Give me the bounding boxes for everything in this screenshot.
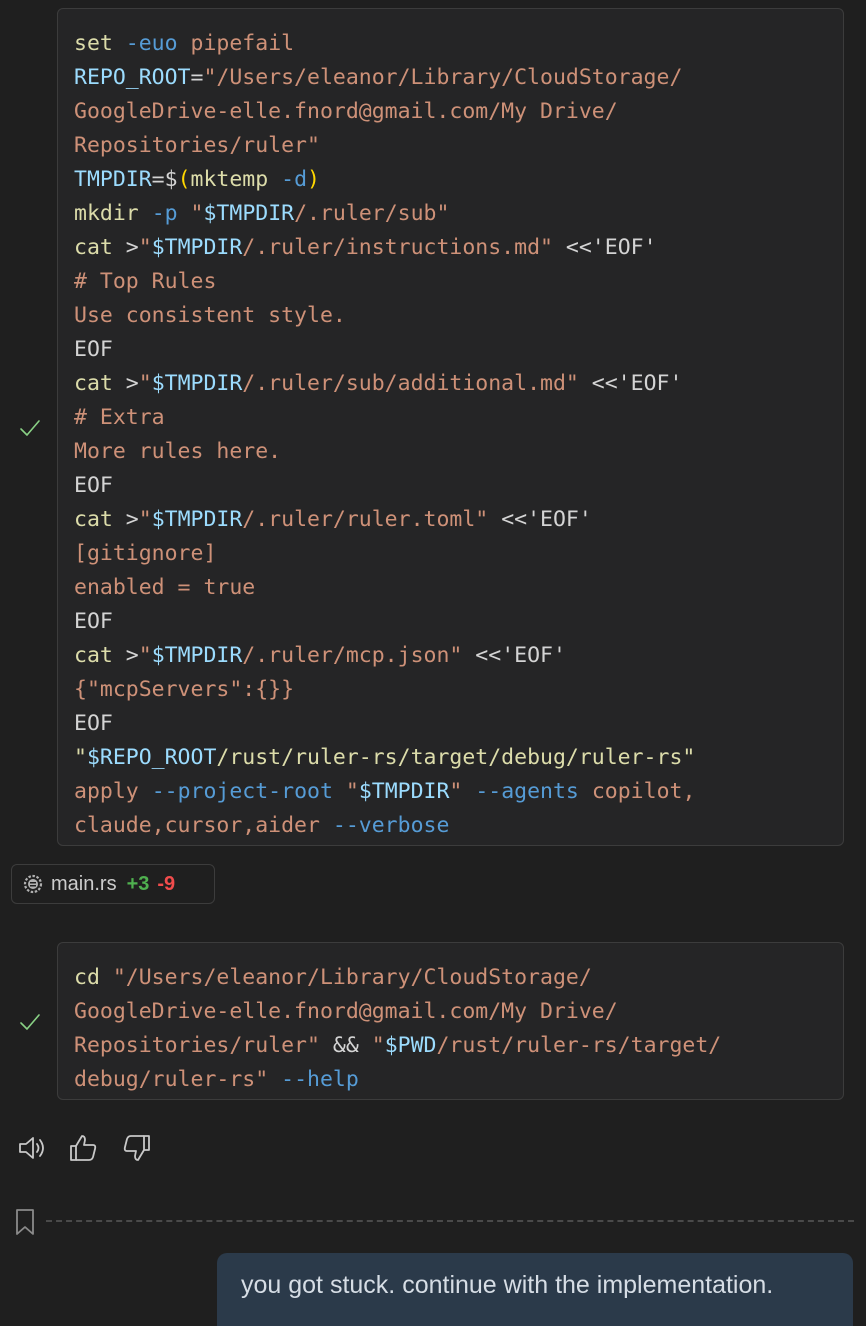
success-check-icon: [20, 1014, 40, 1030]
thumbs-down-icon[interactable]: [119, 1132, 153, 1164]
terminal-command-block[interactable]: cd "/Users/eleanor/Library/CloudStorage/…: [57, 942, 844, 1100]
code-line: apply --project-root "$TMPDIR" --agents …: [74, 779, 696, 804]
additions-count: +3: [126, 872, 150, 895]
code-line: REPO_ROOT="/Users/eleanor/Library/CloudS…: [74, 65, 683, 90]
deletions-count: -9: [157, 872, 176, 895]
bookmark-icon[interactable]: [14, 1208, 36, 1236]
code-line: Repositories/ruler": [74, 133, 320, 158]
code-line: cd "/Users/eleanor/Library/CloudStorage/: [74, 965, 592, 990]
code-line: {"mcpServers":{}}: [74, 677, 295, 702]
code-line: # Extra: [74, 405, 165, 430]
code-line: TMPDIR=$(mktemp -d): [74, 167, 320, 192]
code-line: [gitignore]: [74, 541, 217, 566]
code-line: debug/ruler-rs" --help: [74, 1067, 359, 1092]
user-message-text: you got stuck. continue with the impleme…: [241, 1271, 774, 1299]
code-line: # Top Rules: [74, 269, 217, 294]
user-message-bubble[interactable]: you got stuck. continue with the impleme…: [217, 1253, 853, 1326]
code-line: EOF: [74, 337, 113, 362]
code-line: cat >"$TMPDIR/.ruler/instructions.md" <<…: [74, 235, 657, 260]
code-line: More rules here.: [74, 439, 282, 464]
command-code: cd "/Users/eleanor/Library/CloudStorage/…: [74, 961, 827, 1097]
code-line: cat >"$TMPDIR/.ruler/sub/additional.md" …: [74, 371, 683, 396]
command-code: set -euo pipefail REPO_ROOT="/Users/elea…: [74, 27, 827, 843]
code-line: cat >"$TMPDIR/.ruler/ruler.toml" <<'EOF': [74, 507, 592, 532]
code-line: mkdir -p "$TMPDIR/.ruler/sub": [74, 201, 450, 226]
code-line: EOF: [74, 473, 113, 498]
code-line: enabled = true: [74, 575, 256, 600]
code-line: EOF: [74, 711, 113, 736]
code-line: GoogleDrive-elle.fnord@gmail.com/My Driv…: [74, 99, 618, 124]
code-line: cat >"$TMPDIR/.ruler/mcp.json" <<'EOF': [74, 643, 566, 668]
code-line: Use consistent style.: [74, 303, 346, 328]
file-change-chip[interactable]: main.rs +3 -9: [11, 864, 215, 904]
speaker-icon[interactable]: [16, 1132, 50, 1164]
code-line: set -euo pipefail: [74, 31, 295, 56]
code-line: Repositories/ruler" && "$PWD/rust/ruler-…: [74, 1033, 722, 1058]
code-line: EOF: [74, 609, 113, 634]
code-line: claude,cursor,aider --verbose: [74, 813, 450, 838]
code-line: GoogleDrive-elle.fnord@gmail.com/My Driv…: [74, 999, 618, 1024]
rust-gear-icon: [23, 874, 43, 894]
terminal-command-block[interactable]: set -euo pipefail REPO_ROOT="/Users/elea…: [57, 8, 844, 846]
checkpoint-divider: [46, 1220, 854, 1222]
file-name: main.rs: [51, 872, 117, 895]
thumbs-up-icon[interactable]: [67, 1132, 101, 1164]
code-line: "$REPO_ROOT/rust/ruler-rs/target/debug/r…: [74, 745, 696, 770]
success-check-icon: [20, 420, 40, 436]
